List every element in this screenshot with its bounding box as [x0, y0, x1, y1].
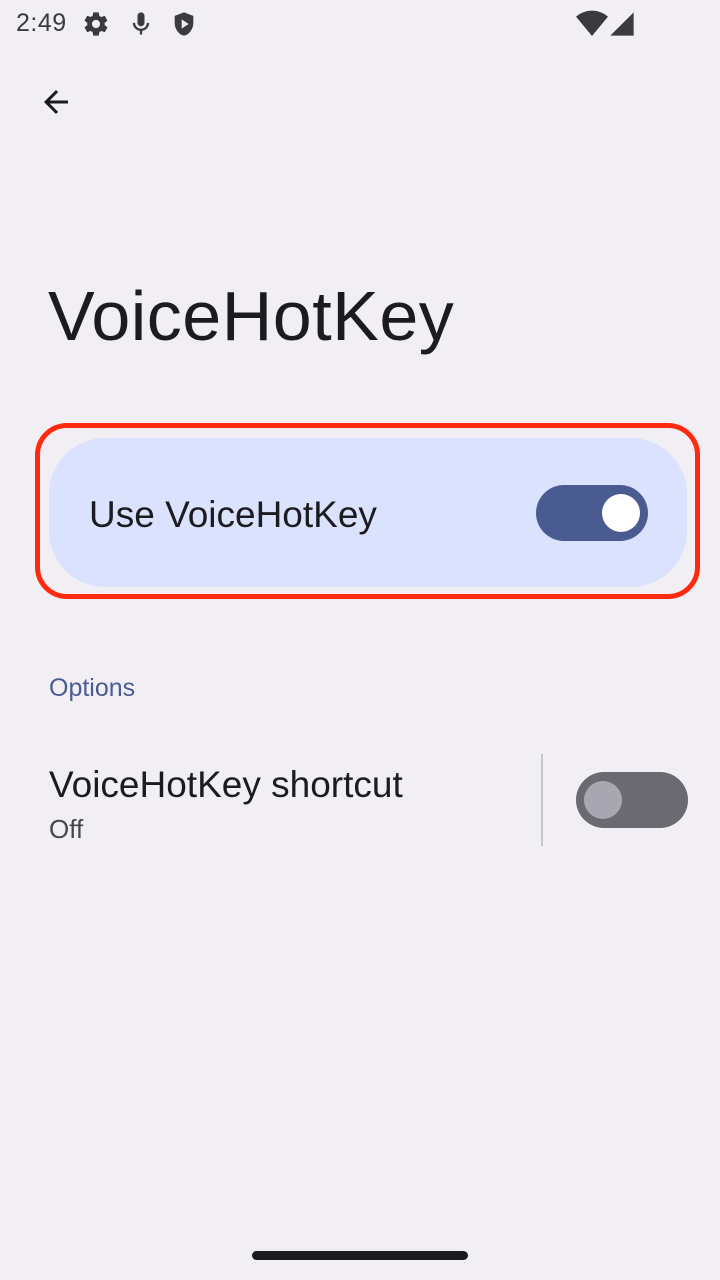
main-toggle-switch[interactable]	[536, 485, 648, 541]
shortcut-preference-row[interactable]: VoiceHotKey shortcut Off	[0, 740, 720, 860]
settings-gear-icon	[82, 10, 110, 38]
vertical-divider	[541, 754, 543, 846]
status-time: 2:49	[16, 9, 67, 37]
gesture-nav-handle[interactable]	[252, 1251, 468, 1260]
status-bar: 2:49	[0, 0, 720, 48]
main-switch-label: Use VoiceHotKey	[89, 494, 377, 535]
page-title: VoiceHotKey	[48, 277, 455, 355]
cellular-signal-icon	[608, 10, 636, 38]
shortcut-summary: Off	[49, 814, 84, 844]
toggle-thumb	[584, 781, 622, 819]
shield-play-icon	[170, 10, 198, 38]
back-button[interactable]	[28, 76, 84, 132]
toggle-thumb	[602, 494, 640, 532]
main-switch-card[interactable]: Use VoiceHotKey	[49, 438, 687, 587]
arrow-back-icon	[38, 84, 74, 125]
shortcut-title: VoiceHotKey shortcut	[49, 764, 403, 805]
shortcut-toggle-switch[interactable]	[576, 772, 688, 828]
microphone-icon	[127, 10, 155, 38]
options-section-header: Options	[49, 674, 136, 702]
wifi-icon	[576, 10, 608, 38]
